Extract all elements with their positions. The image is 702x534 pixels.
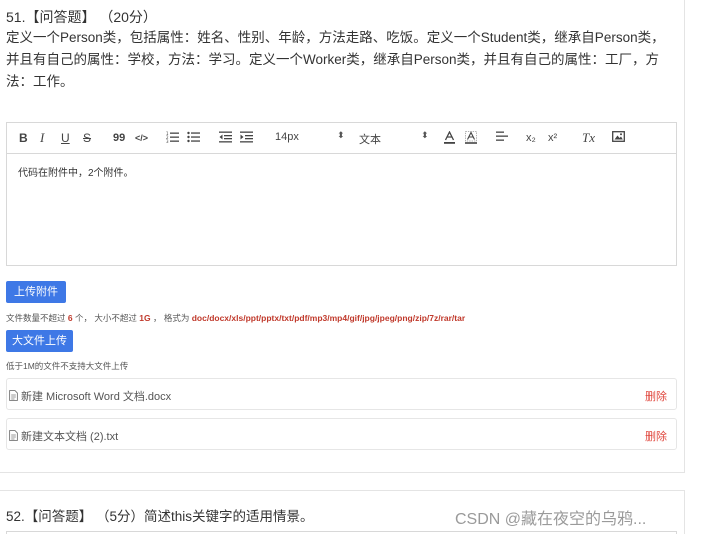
upload-hint: 文件数量不超过 6 个， 大小不超过 1G ， 格式为 doc/docx/xls… bbox=[6, 312, 465, 324]
large-file-upload-button[interactable]: 大文件上传 bbox=[6, 330, 73, 352]
ordered-list-icon[interactable]: 123 bbox=[166, 131, 179, 143]
background-color-icon[interactable] bbox=[465, 131, 477, 144]
image-icon[interactable] bbox=[612, 131, 625, 142]
question-text: 定义一个Person类，包括属性：姓名、性别、年龄，方法走路、吃饭。定义一个St… bbox=[6, 30, 665, 89]
question-header: 52.【问答题】 （5分）简述this关键字的适用情景。 bbox=[6, 509, 314, 524]
allowed-formats: doc/docx/xls/ppt/pptx/txt/pdf/mp3/mp4/gi… bbox=[191, 313, 466, 323]
watermark: CSDN @藏在夜空的乌鸦... bbox=[455, 511, 647, 528]
select-arrows-icon: ⬍ bbox=[337, 130, 345, 140]
attachment-item: 新建 Microsoft Word 文档.docx 删除 bbox=[6, 378, 677, 410]
editor-content[interactable]: 代码在附件中，2个附件。 bbox=[7, 154, 676, 189]
svg-text:3: 3 bbox=[166, 139, 169, 143]
delete-attachment-link[interactable]: 删除 bbox=[645, 428, 667, 444]
select-arrows-icon: ⬍ bbox=[421, 130, 429, 140]
max-file-size: 1G bbox=[139, 313, 151, 323]
outdent-icon[interactable] bbox=[219, 131, 232, 143]
clear-format-button[interactable]: Tx bbox=[582, 131, 595, 145]
text-style-value: 文本 bbox=[359, 134, 381, 146]
font-size-select[interactable]: 14px ⬍ bbox=[275, 130, 345, 143]
attachment-item: 新建文本文档 (2).txt 删除 bbox=[6, 418, 677, 450]
text-style-select[interactable]: 文本 ⬍ bbox=[359, 130, 429, 147]
attachment-name[interactable]: 新建文本文档 (2).txt bbox=[21, 428, 118, 444]
underline-button[interactable]: U bbox=[61, 131, 70, 145]
strikethrough-button[interactable]: S bbox=[83, 131, 91, 145]
attachment-name[interactable]: 新建 Microsoft Word 文档.docx bbox=[21, 388, 171, 404]
answer-editor: B I U S 99 </> 123 14px ⬍ 文本 ⬍ x₂ x² Tx … bbox=[6, 122, 677, 266]
bold-button[interactable]: B bbox=[19, 131, 28, 145]
upload-hint-format-prefix: ， 格式为 bbox=[152, 313, 190, 323]
delete-attachment-link[interactable]: 删除 bbox=[645, 388, 667, 404]
upload-attachment-button[interactable]: 上传附件 bbox=[6, 281, 66, 303]
question-header: 51.【问答题】 （20分） bbox=[6, 9, 157, 25]
code-button[interactable]: </> bbox=[135, 131, 148, 145]
upload-hint-prefix: 文件数量不超过 bbox=[6, 313, 66, 323]
file-icon bbox=[9, 428, 18, 446]
large-file-hint: 低于1M的文件不支持大文件上传 bbox=[6, 361, 129, 371]
editor-toolbar: B I U S 99 </> 123 14px ⬍ 文本 ⬍ x₂ x² Tx bbox=[7, 123, 676, 154]
align-left-icon[interactable] bbox=[496, 131, 508, 142]
upload-hint-count-unit: 个， 大小不超过 bbox=[75, 313, 137, 323]
italic-button[interactable]: I bbox=[40, 131, 44, 145]
font-color-icon[interactable] bbox=[444, 131, 455, 144]
font-size-value: 14px bbox=[275, 131, 299, 143]
superscript-button[interactable]: x² bbox=[548, 131, 557, 145]
blockquote-button[interactable]: 99 bbox=[113, 131, 125, 145]
max-file-count: 6 bbox=[67, 313, 73, 323]
question-card-51: 51.【问答题】 （20分） 定义一个Person类，包括属性：姓名、性别、年龄… bbox=[0, 0, 685, 473]
indent-icon[interactable] bbox=[240, 131, 253, 143]
subscript-button[interactable]: x₂ bbox=[526, 131, 536, 145]
file-icon bbox=[9, 388, 18, 406]
bullet-list-icon[interactable] bbox=[187, 131, 200, 143]
